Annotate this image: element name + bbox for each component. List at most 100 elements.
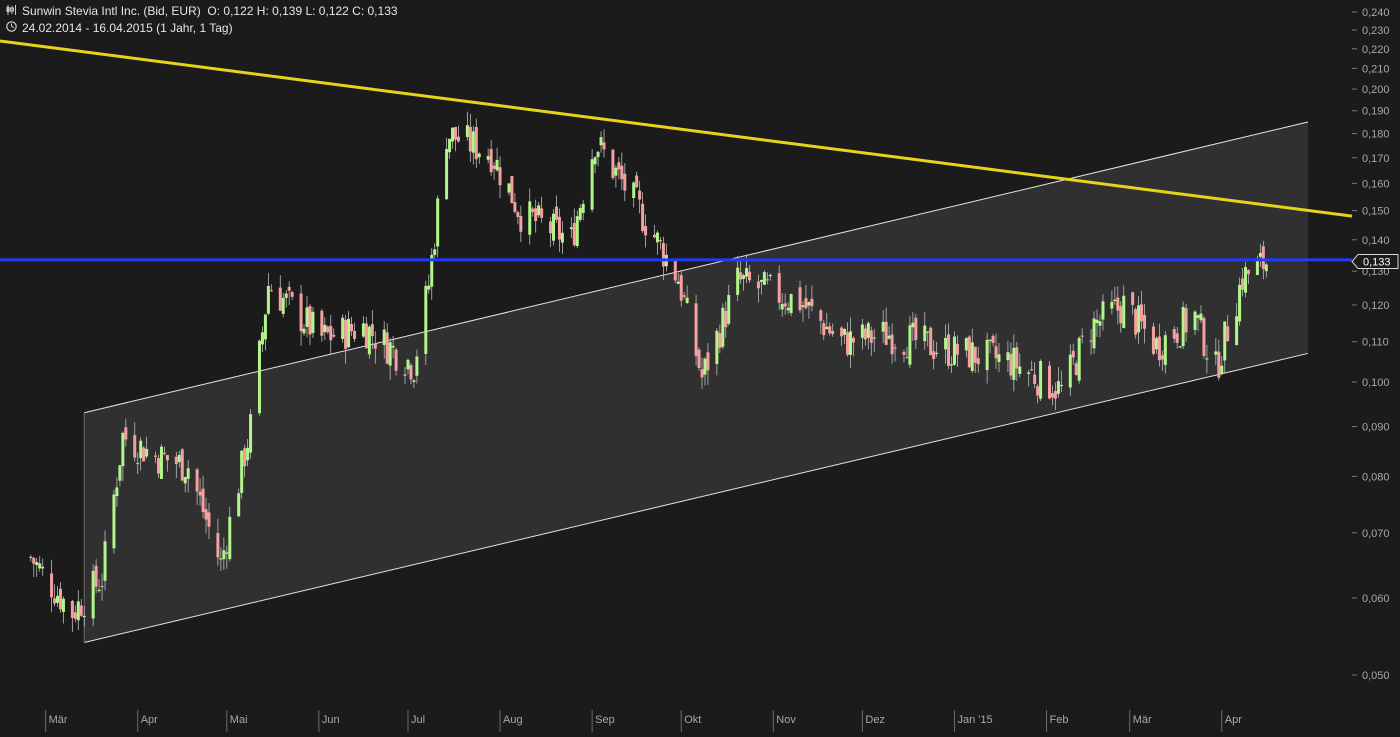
candle-down (700, 369, 704, 378)
candle-up (759, 279, 763, 282)
candle-down (955, 343, 959, 355)
y-tick-label: 0,190 (1362, 106, 1390, 118)
candle-down (353, 330, 357, 339)
candle-down (947, 334, 951, 366)
candle-down (29, 556, 33, 559)
candle-up (391, 345, 395, 348)
candle-up (727, 294, 731, 324)
x-tick-label: Jun (322, 714, 340, 726)
candle-down (492, 165, 496, 169)
candle-down (828, 326, 832, 334)
x-tick-label: Apr (1225, 714, 1242, 726)
candle-down (658, 240, 662, 242)
candle-down (344, 319, 348, 349)
candle-down (652, 234, 656, 238)
candle-down (611, 149, 615, 178)
candle-down (136, 462, 140, 465)
candle-up (448, 138, 452, 153)
candle-down (748, 271, 752, 281)
candle-up (82, 615, 86, 618)
candle-down (456, 136, 460, 142)
candle-down (1184, 308, 1188, 333)
candle-up (347, 318, 351, 348)
candle-up (825, 326, 829, 330)
candle-up (177, 454, 181, 463)
resistance-trendline (0, 39, 1353, 218)
candle-up (1196, 315, 1200, 318)
candle-up (246, 447, 250, 461)
y-tick-label: 0,100 (1362, 377, 1390, 389)
candle-up (1163, 335, 1167, 365)
x-tick-label: Feb (1050, 714, 1069, 726)
candle-up (1137, 305, 1141, 333)
candle-down (1009, 353, 1013, 376)
candle-up (91, 570, 95, 619)
candle-up (1122, 295, 1126, 328)
candle-up (388, 342, 392, 366)
candle-up (323, 324, 327, 333)
candle-down (1226, 326, 1230, 342)
candle-down (204, 509, 208, 520)
candle-down (1241, 278, 1245, 290)
candle-down (967, 336, 971, 368)
candle-up (1235, 316, 1239, 346)
candle-down (165, 455, 169, 461)
candle-up (1205, 358, 1209, 360)
candle-up (1018, 366, 1022, 374)
candle-down (822, 323, 826, 336)
candle-up (569, 227, 573, 230)
candle-up (61, 598, 65, 612)
candle-down (510, 176, 514, 204)
candle-down (201, 488, 205, 513)
candle-up (768, 274, 772, 277)
candle-down (1071, 350, 1075, 358)
candle-down (804, 298, 808, 309)
candle-up (560, 232, 564, 243)
candle-down (932, 351, 936, 359)
candle-up (424, 285, 428, 354)
candle-up (56, 595, 60, 603)
candle-up (1223, 321, 1227, 361)
ohlc-values: O: 0,122 H: 0,139 L: 0,122 C: 0,133 (207, 4, 398, 18)
candle-down (557, 216, 561, 240)
candle-down (1202, 318, 1206, 356)
candle-down (1175, 333, 1179, 343)
candle-down (32, 557, 36, 564)
y-tick-label: 0,220 (1362, 44, 1390, 56)
y-tick-label: 0,180 (1362, 129, 1390, 141)
candle-up (1098, 321, 1102, 326)
candle-down (1160, 355, 1164, 360)
candle-down (79, 605, 83, 616)
y-tick-label: 0,080 (1362, 471, 1390, 483)
candle-up (537, 205, 541, 216)
candle-up (427, 285, 431, 290)
y-tick-label: 0,170 (1362, 153, 1390, 165)
x-tick-label: Mai (230, 714, 248, 726)
candle-down (180, 449, 184, 481)
candle-down (299, 293, 303, 332)
candle-down (287, 286, 291, 291)
candle-up (789, 294, 793, 314)
candle-up (935, 352, 939, 355)
candle-up (762, 272, 766, 285)
candle-down (756, 281, 760, 289)
candle-up (528, 201, 532, 235)
candle-up (237, 493, 241, 517)
candle-down (1089, 340, 1093, 342)
candle-up (575, 216, 579, 247)
candle-up (341, 317, 345, 339)
candle-down (1033, 374, 1037, 384)
candle-down (1030, 369, 1034, 371)
y-tick-label: 0,160 (1362, 178, 1390, 190)
stock-chart: 0,240 0,230 0,220 0,210 0,200 0,190 0,180 0,170… (0, 0, 1400, 732)
candle-down (724, 310, 728, 328)
y-tick-label: 0,140 (1362, 235, 1390, 247)
y-tick-label: 0,070 (1362, 528, 1390, 540)
candle-up (860, 324, 864, 338)
candle-up (1154, 338, 1158, 350)
candle-up (412, 380, 416, 382)
candle-up (1006, 352, 1010, 361)
candle-down (308, 306, 312, 335)
candle-down (70, 601, 74, 618)
candle-up (970, 342, 974, 371)
